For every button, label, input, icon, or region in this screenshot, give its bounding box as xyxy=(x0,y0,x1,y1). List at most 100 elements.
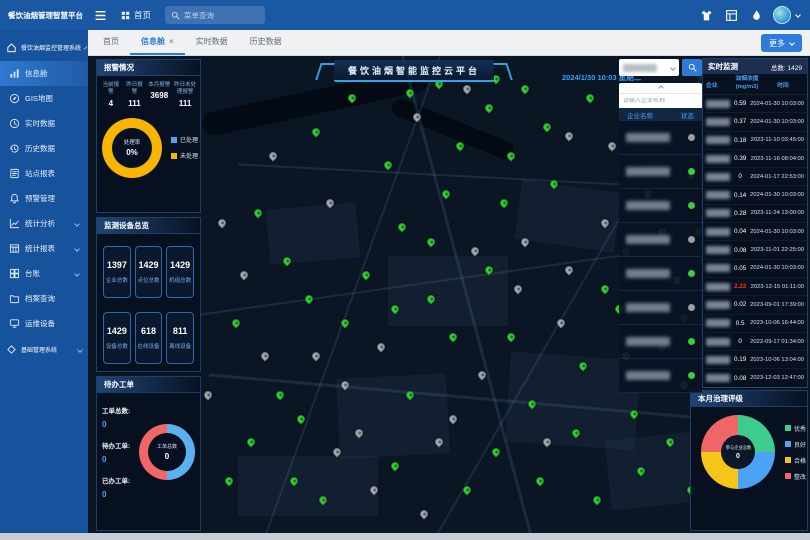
map-marker-online[interactable] xyxy=(498,198,509,209)
map-marker-online[interactable] xyxy=(426,236,437,247)
map-marker-offline[interactable] xyxy=(476,370,487,381)
map-marker-online[interactable] xyxy=(592,494,603,505)
map-marker-offline[interactable] xyxy=(469,246,480,257)
company-list-item[interactable] xyxy=(619,257,702,291)
company-list-item[interactable] xyxy=(619,359,702,393)
map-marker-online[interactable] xyxy=(390,303,401,314)
map-marker-offline[interactable] xyxy=(238,269,249,280)
area-select[interactable] xyxy=(619,59,679,76)
search-button[interactable] xyxy=(682,59,702,76)
realtime-row[interactable]: 0.592024-01-30 10:03:00 xyxy=(703,95,807,113)
map-marker-online[interactable] xyxy=(224,475,235,486)
map-marker-online[interactable] xyxy=(339,317,350,328)
realtime-row[interactable]: 0.022023-09-01 17:39:00 xyxy=(703,296,807,314)
company-list-item[interactable] xyxy=(619,189,702,223)
map-marker-offline[interactable] xyxy=(310,351,321,362)
realtime-row[interactable]: 0.192023-10-06 13:04:00 xyxy=(703,351,807,369)
sidebar-group-system[interactable]: 基础管理系统 xyxy=(0,336,88,363)
map-marker-online[interactable] xyxy=(599,284,610,295)
map-marker-offline[interactable] xyxy=(332,446,343,457)
map-marker-offline[interactable] xyxy=(606,140,617,151)
collapse-toggle[interactable] xyxy=(619,83,702,93)
sidebar-item-运维设备[interactable]: 运维设备 xyxy=(0,311,88,336)
company-name-input[interactable] xyxy=(623,98,698,104)
realtime-row[interactable]: 0.052024-01-30 10:03:00 xyxy=(703,260,807,278)
realtime-row[interactable]: 0.182023-11-10 03:45:00 xyxy=(703,132,807,150)
map-marker-offline[interactable] xyxy=(260,351,271,362)
avatar[interactable] xyxy=(773,6,791,24)
map-marker-offline[interactable] xyxy=(447,413,458,424)
company-list-item[interactable] xyxy=(619,291,702,325)
map-marker-online[interactable] xyxy=(462,485,473,496)
map-marker-online[interactable] xyxy=(231,317,242,328)
map-marker-online[interactable] xyxy=(317,494,328,505)
map-marker-offline[interactable] xyxy=(512,284,523,295)
map-marker-online[interactable] xyxy=(404,389,415,400)
realtime-row[interactable]: 0.282023-11-24 13:00:00 xyxy=(703,205,807,223)
map-marker-online[interactable] xyxy=(570,427,581,438)
map-marker-online[interactable] xyxy=(585,93,596,104)
map-marker-online[interactable] xyxy=(628,408,639,419)
map-marker-offline[interactable] xyxy=(267,150,278,161)
map-marker-offline[interactable] xyxy=(325,198,336,209)
sidebar-item-统计报表[interactable]: 统计报表 xyxy=(0,236,88,261)
company-list-item[interactable] xyxy=(619,223,702,257)
map-marker-online[interactable] xyxy=(635,465,646,476)
map-marker-online[interactable] xyxy=(281,255,292,266)
company-name-search[interactable] xyxy=(619,93,702,108)
map-marker-online[interactable] xyxy=(296,413,307,424)
map-marker-online[interactable] xyxy=(505,150,516,161)
map-marker-online[interactable] xyxy=(390,461,401,472)
theme-icon[interactable] xyxy=(700,9,713,22)
map-marker-online[interactable] xyxy=(288,475,299,486)
layout-icon[interactable] xyxy=(725,9,738,22)
map-marker-online[interactable] xyxy=(491,446,502,457)
map-marker-offline[interactable] xyxy=(520,236,531,247)
company-list-item[interactable] xyxy=(619,155,702,189)
realtime-row[interactable]: 0.042024-01-30 10:03:00 xyxy=(703,223,807,241)
tab-信息舱[interactable]: 信息舱× xyxy=(130,30,185,55)
map-marker-online[interactable] xyxy=(577,360,588,371)
map-marker-online[interactable] xyxy=(483,265,494,276)
map-marker-offline[interactable] xyxy=(433,437,444,448)
realtime-row[interactable]: 0.372024-01-30 10:03:00 xyxy=(703,113,807,131)
realtime-row[interactable]: 0.52023-10-06 16:44:00 xyxy=(703,315,807,333)
company-list-item[interactable] xyxy=(619,121,702,155)
map-marker-offline[interactable] xyxy=(375,341,386,352)
map-marker-online[interactable] xyxy=(310,126,321,137)
map-marker-online[interactable] xyxy=(527,398,538,409)
tab-实时数据[interactable]: 实时数据 xyxy=(185,30,239,55)
realtime-row[interactable]: 2.222023-12-15 01:11:00 xyxy=(703,278,807,296)
map-marker-online[interactable] xyxy=(447,332,458,343)
map-marker-online[interactable] xyxy=(426,293,437,304)
map-marker-online[interactable] xyxy=(505,332,516,343)
chevron-down-icon[interactable] xyxy=(795,12,801,18)
breadcrumb[interactable]: 首页 xyxy=(121,9,151,21)
menu-icon[interactable] xyxy=(94,9,107,22)
sidebar-group-root[interactable]: 餐饮油烟监控管理系统 xyxy=(0,34,88,61)
map-marker-offline[interactable] xyxy=(368,485,379,496)
close-icon[interactable]: × xyxy=(169,37,174,46)
map-marker-offline[interactable] xyxy=(599,217,610,228)
map-marker-online[interactable] xyxy=(520,83,531,94)
sidebar-item-档案查询[interactable]: 档案查询 xyxy=(0,286,88,311)
realtime-row[interactable]: 0.392023-11-16 08:04:00 xyxy=(703,150,807,168)
map-marker-online[interactable] xyxy=(274,389,285,400)
map-marker-online[interactable] xyxy=(361,269,372,280)
map-marker-online[interactable] xyxy=(534,475,545,486)
notification-icon[interactable] xyxy=(750,9,763,22)
realtime-row[interactable]: 0.142024-01-30 10:03:00 xyxy=(703,186,807,204)
sidebar-item-统计分析[interactable]: 统计分析 xyxy=(0,211,88,236)
tab-首页[interactable]: 首页 xyxy=(92,30,130,55)
company-list-item[interactable] xyxy=(619,325,702,359)
map-marker-online[interactable] xyxy=(382,159,393,170)
map-marker-offline[interactable] xyxy=(216,217,227,228)
map-marker-offline[interactable] xyxy=(202,389,213,400)
sidebar-item-站点报表[interactable]: 站点报表 xyxy=(0,161,88,186)
realtime-row[interactable]: 02022-09-17 01:34:00 xyxy=(703,333,807,351)
sidebar-item-历史数据[interactable]: 历史数据 xyxy=(0,136,88,161)
map-marker-online[interactable] xyxy=(346,93,357,104)
menu-search[interactable] xyxy=(165,6,265,24)
map-marker-offline[interactable] xyxy=(563,265,574,276)
sidebar-item-实时数据[interactable]: 实时数据 xyxy=(0,111,88,136)
